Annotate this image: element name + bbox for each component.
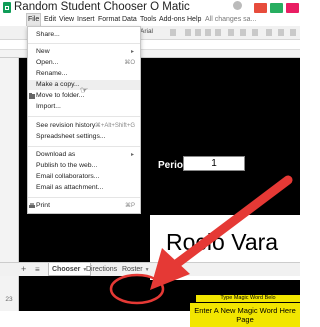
menu-file[interactable]: File: [26, 13, 42, 27]
document-title[interactable]: Random Student Chooser O Matic: [14, 0, 190, 14]
menu-item-spreadsheet-settings[interactable]: Spreadsheet settings...: [28, 132, 140, 142]
star-icon[interactable]: [233, 1, 242, 10]
fill-color-button[interactable]: [228, 29, 234, 36]
tab-roster-label: Roster: [122, 266, 143, 273]
menu-insert[interactable]: Insert: [76, 14, 96, 26]
menu-divider: [28, 197, 140, 198]
font-size-button[interactable]: [170, 29, 176, 36]
menu-item-rename[interactable]: Rename...: [28, 69, 140, 79]
save-status: All changes sa...: [205, 16, 257, 23]
menu-divider: [28, 116, 140, 117]
sheets-logo-icon[interactable]: [3, 2, 11, 13]
chevron-down-icon[interactable]: ▼: [145, 267, 150, 273]
merge-button[interactable]: [252, 29, 258, 36]
period-input[interactable]: 1: [183, 156, 245, 171]
menu-item-email-collaborators[interactable]: Email collaborators...: [28, 172, 140, 182]
addon-pink-icon[interactable]: [286, 3, 299, 13]
menu-divider: [28, 43, 140, 44]
menu-item-publish[interactable]: Publish to the web...: [28, 161, 140, 171]
menu-format[interactable]: Format: [97, 14, 121, 26]
bold-button[interactable]: [185, 29, 191, 36]
tab-roster[interactable]: Roster ▼: [122, 263, 150, 276]
menu-item-download-as[interactable]: Download as ▸: [28, 150, 140, 160]
wrap-button[interactable]: [290, 29, 296, 36]
menu-item-import[interactable]: Import...: [28, 102, 140, 112]
menu-edit[interactable]: Edit: [43, 14, 57, 26]
tab-chooser-label: Chooser: [52, 266, 81, 273]
menu-view[interactable]: View: [58, 14, 75, 26]
valign-button[interactable]: [278, 29, 284, 36]
file-menu-dropdown: Share... New ▸ Open... ⌘O Rename... Make…: [27, 26, 141, 214]
menu-bar: File Edit View Insert Format Data Tools …: [0, 13, 300, 27]
align-button[interactable]: [266, 29, 272, 36]
row-number-23[interactable]: 23: [0, 296, 18, 303]
menu-help[interactable]: Help: [186, 14, 202, 26]
folder-icon: [29, 93, 35, 99]
text-color-button[interactable]: [215, 29, 221, 36]
menu-item-revision-history[interactable]: See revision history ⌘+Alt+Shift+G: [28, 121, 140, 131]
tab-directions-label: Directions: [86, 266, 118, 273]
student-name: Rocio Vara: [166, 229, 279, 255]
menu-tools[interactable]: Tools: [139, 14, 157, 26]
font-select[interactable]: Arial: [140, 28, 153, 35]
menu-item-share[interactable]: Share...: [28, 30, 140, 40]
chevron-right-icon: ▸: [130, 152, 134, 158]
title-bar: Random Student Chooser O Matic: [0, 0, 300, 14]
menu-item-print[interactable]: Print ⌘P: [28, 201, 140, 211]
addon-red-icon[interactable]: [254, 3, 267, 13]
italic-button[interactable]: [195, 29, 201, 36]
add-sheet-button[interactable]: +: [21, 263, 26, 275]
strikethrough-button[interactable]: [205, 29, 211, 36]
mouse-cursor-icon: ☞: [80, 85, 89, 95]
borders-button[interactable]: [240, 29, 246, 36]
magic-word-input[interactable]: Enter A New Magic Word Here Page: [190, 303, 300, 327]
menu-item-email-attachment[interactable]: Email as attachment...: [28, 183, 140, 193]
menu-addons[interactable]: Add-ons: [158, 14, 186, 26]
menu-item-new[interactable]: New ▸: [28, 47, 140, 57]
magic-word-caption: Type Magic Word Belo: [196, 295, 300, 302]
menu-item-open[interactable]: Open... ⌘O: [28, 58, 140, 68]
menu-data[interactable]: Data: [121, 14, 138, 26]
printer-icon: [29, 203, 35, 208]
all-sheets-icon[interactable]: ≡: [35, 264, 40, 275]
tab-chooser[interactable]: Chooser ▼: [48, 263, 92, 276]
tab-directions[interactable]: Directions: [86, 263, 117, 276]
sheet-tabs-bar: + ≡ Chooser ▼ Directions Roster ▼: [0, 262, 300, 276]
addon-green-icon[interactable]: [270, 3, 283, 13]
chevron-right-icon: ▸: [130, 49, 134, 55]
menu-divider: [28, 146, 140, 147]
